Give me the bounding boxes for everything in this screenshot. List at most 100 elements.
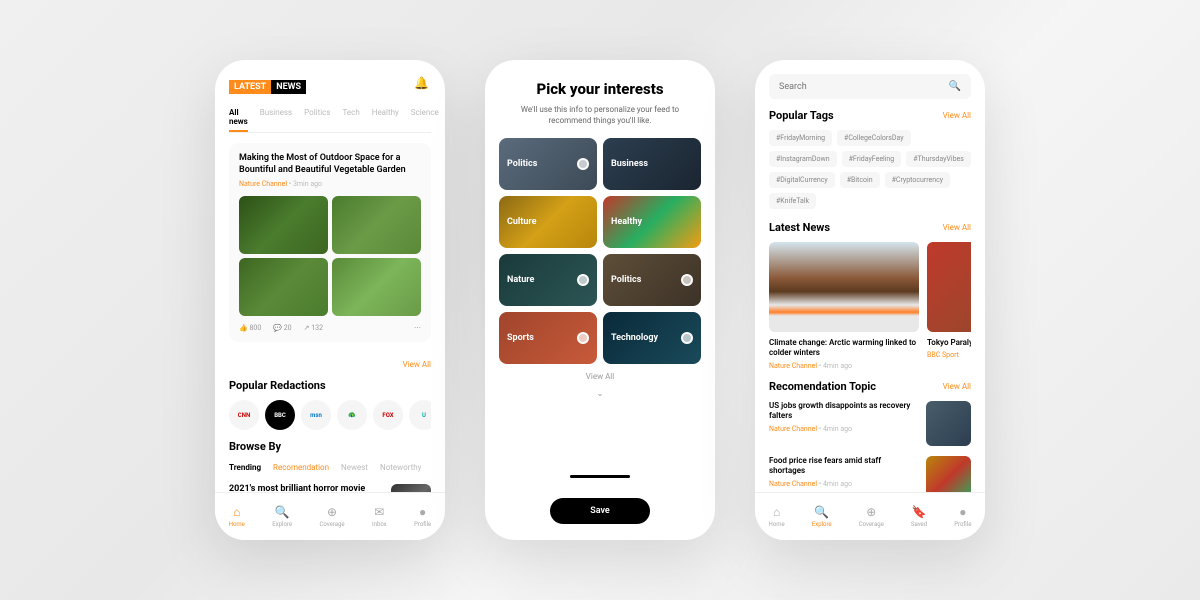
nav-inbox[interactable]: ✉Inbox xyxy=(372,505,387,528)
news-card[interactable]: Tokyo Paralympics and pass 10 BBC Sport xyxy=(927,242,971,370)
bookmark-icon: 🔖 xyxy=(912,505,927,519)
view-all-link[interactable]: View All xyxy=(943,223,971,232)
news-image xyxy=(769,242,919,332)
tag-item[interactable]: #DigitalCurrency xyxy=(769,172,835,188)
redaction-msn[interactable]: msn xyxy=(301,400,331,430)
recommendation-item[interactable]: US jobs growth disappoints as recovery f… xyxy=(769,401,971,446)
redaction-fox[interactable]: FOX xyxy=(373,400,403,430)
interest-politics-2[interactable]: Politics xyxy=(603,254,701,306)
tab-healthy[interactable]: Healthy xyxy=(372,104,399,132)
interest-technology[interactable]: Technology xyxy=(603,312,701,364)
redaction-nbc[interactable]: 🦚 xyxy=(337,400,367,430)
rec-image xyxy=(926,401,971,446)
interest-politics[interactable]: Politics xyxy=(499,138,597,190)
news-card[interactable]: Climate change: Arctic warming linked to… xyxy=(769,242,919,370)
globe-icon: ⊕ xyxy=(866,505,876,519)
interest-culture[interactable]: Culture xyxy=(499,196,597,248)
story-item[interactable]: 2021's most brilliant horror movie The n… xyxy=(229,484,431,492)
tag-item[interactable]: #InstagramDown xyxy=(769,151,837,167)
category-tabs: All news Business Politics Tech Healthy … xyxy=(229,104,431,133)
browse-by-title: Browse By xyxy=(229,440,431,453)
nav-coverage[interactable]: ⊕Coverage xyxy=(320,505,345,528)
tab-trending[interactable]: Trending xyxy=(229,459,261,476)
chevron-down-icon[interactable]: ⌄ xyxy=(499,389,701,398)
phone-interests: Pick your interests We'll use this info … xyxy=(485,60,715,540)
tab-tech[interactable]: Tech xyxy=(343,104,360,132)
search-bar[interactable]: 🔍 xyxy=(769,74,971,99)
redaction-cnn[interactable]: CNN xyxy=(229,400,259,430)
view-all-link[interactable]: View All xyxy=(403,360,431,369)
nav-coverage[interactable]: ⊕Coverage xyxy=(859,505,884,528)
article-image xyxy=(239,196,328,254)
globe-icon: ⊕ xyxy=(327,505,337,519)
tab-all-news[interactable]: All news xyxy=(229,104,248,132)
nav-explore[interactable]: 🔍Explore xyxy=(812,505,832,528)
tab-noteworthy[interactable]: Noteworthy xyxy=(380,459,421,476)
like-count[interactable]: 👍 800 xyxy=(239,324,261,332)
radio-icon xyxy=(577,332,589,344)
nav-profile[interactable]: ●Profile xyxy=(954,505,971,528)
popular-tags-title: Popular Tags xyxy=(769,109,834,122)
engagement-bar: 👍 800 💬 20 ↗ 132 ⋯ xyxy=(239,324,421,332)
tag-item[interactable]: #Cryptocurrency xyxy=(885,172,951,188)
phone-home: LATESTNEWS 🔔 All news Business Politics … xyxy=(215,60,445,540)
tag-item[interactable]: #FridayFeeling xyxy=(842,151,902,167)
nav-profile[interactable]: ●Profile xyxy=(414,505,431,528)
interests-grid: Politics Business Culture Healthy Nature… xyxy=(499,138,701,364)
view-all-link[interactable]: View All xyxy=(499,372,701,381)
interests-subtitle: We'll use this info to personalize your … xyxy=(499,104,701,126)
tag-item[interactable]: #FridayMorning xyxy=(769,130,832,146)
article-title: Making the Most of Outdoor Space for a B… xyxy=(239,153,421,176)
tag-item[interactable]: #ThursdayVibes xyxy=(906,151,971,167)
search-input[interactable] xyxy=(779,82,949,92)
view-all-link[interactable]: View All xyxy=(943,382,971,391)
nav-saved[interactable]: 🔖Saved xyxy=(911,505,927,528)
redaction-item[interactable]: U xyxy=(409,400,431,430)
search-icon: 🔍 xyxy=(275,505,290,519)
interest-business[interactable]: Business xyxy=(603,138,701,190)
tab-politics[interactable]: Politics xyxy=(304,104,330,132)
article-image xyxy=(332,258,421,316)
browse-tabs: Trending Recomendation Newest Noteworthy xyxy=(229,459,431,476)
news-title: Climate change: Arctic warming linked to… xyxy=(769,338,919,359)
rec-meta: Nature Channel • 4min ago xyxy=(769,480,918,488)
tab-recommendation[interactable]: Recomendation xyxy=(273,459,329,476)
view-all-link[interactable]: View All xyxy=(943,111,971,120)
tag-item[interactable]: #Bitcoin xyxy=(840,172,880,188)
tab-science[interactable]: Science xyxy=(411,104,439,132)
share-count[interactable]: ↗ 132 xyxy=(304,324,323,332)
tag-item[interactable]: #CollegeColorsDay xyxy=(837,130,911,146)
tags-list: #FridayMorning #CollegeColorsDay #Instag… xyxy=(769,130,971,209)
radio-icon xyxy=(577,158,589,170)
nav-home[interactable]: ⌂Home xyxy=(769,505,785,528)
news-meta: BBC Sport xyxy=(927,351,971,359)
news-title: Tokyo Paralympics and pass 10 xyxy=(927,338,971,348)
article-images xyxy=(239,196,421,316)
tab-newest[interactable]: Newest xyxy=(341,459,368,476)
nav-explore[interactable]: 🔍Explore xyxy=(272,505,292,528)
save-button[interactable]: Save xyxy=(550,498,650,524)
redactions-list: CNN BBC msn 🦚 FOX U xyxy=(229,400,431,430)
comment-count[interactable]: 💬 20 xyxy=(273,324,291,332)
more-icon[interactable]: ⋯ xyxy=(414,324,421,332)
interest-healthy[interactable]: Healthy xyxy=(603,196,701,248)
popular-redactions-title: Popular Redactions xyxy=(229,379,431,392)
latest-news-title: Latest News xyxy=(769,221,830,234)
app-logo: LATESTNEWS xyxy=(229,80,306,94)
latest-news-scroll[interactable]: Climate change: Arctic warming linked to… xyxy=(769,242,971,370)
redaction-bbc[interactable]: BBC xyxy=(265,400,295,430)
featured-article[interactable]: Making the Most of Outdoor Space for a B… xyxy=(229,143,431,342)
tag-item[interactable]: #KnifeTalk xyxy=(769,193,816,209)
article-image xyxy=(332,196,421,254)
nav-home[interactable]: ⌂Home xyxy=(229,505,245,528)
interest-sports[interactable]: Sports xyxy=(499,312,597,364)
recommendation-title: Recomendation Topic xyxy=(769,380,876,393)
inbox-icon: ✉ xyxy=(374,505,384,519)
home-indicator xyxy=(570,475,630,478)
bell-icon[interactable]: 🔔 xyxy=(414,76,429,90)
recommendation-item[interactable]: Food price rise fears amid staff shortag… xyxy=(769,456,971,492)
avatar-icon: ● xyxy=(959,505,966,519)
interest-nature[interactable]: Nature xyxy=(499,254,597,306)
search-icon: 🔍 xyxy=(814,505,829,519)
tab-business[interactable]: Business xyxy=(260,104,292,132)
